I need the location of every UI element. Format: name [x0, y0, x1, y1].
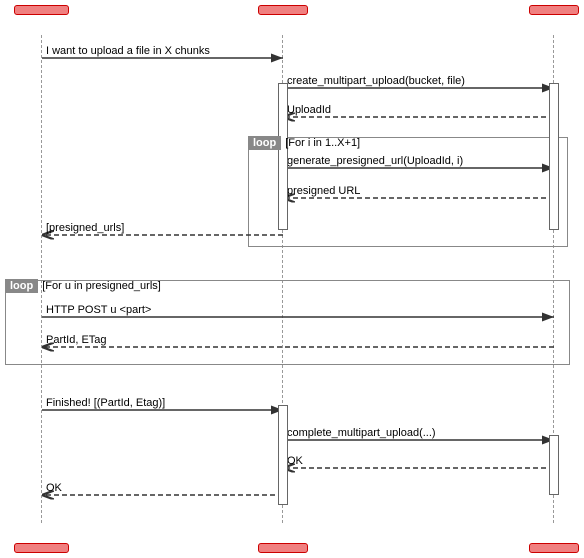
actor-user-bottom	[14, 543, 69, 553]
actor-aws-bottom	[529, 543, 579, 553]
loop-box-loop1	[248, 137, 568, 247]
activation-act1	[278, 83, 288, 230]
svg-text:I want to upload a file in X c: I want to upload a file in X chunks	[46, 45, 210, 57]
loop-keyword-loop1: loop	[248, 136, 281, 150]
svg-text:OK: OK	[46, 482, 63, 494]
activation-act3	[278, 405, 288, 505]
loop-header-loop1: loop [For i in 1..X+1]	[248, 136, 360, 150]
loop-condition-loop2: [For u in presigned_urls]	[42, 280, 161, 292]
loop-condition-loop1: [For i in 1..X+1]	[285, 137, 360, 149]
loop-keyword-loop2: loop	[5, 279, 38, 293]
activation-act2	[549, 83, 559, 230]
actor-api-bottom	[258, 543, 308, 553]
svg-text:Finished! [(PartId, Etag)]: Finished! [(PartId, Etag)]	[46, 397, 165, 409]
svg-text:[presigned_urls]: [presigned_urls]	[46, 222, 124, 234]
loop-header-loop2: loop [For u in presigned_urls]	[5, 279, 161, 293]
activation-act4	[549, 435, 559, 495]
actor-api-top	[258, 5, 308, 15]
svg-text:UploadId: UploadId	[287, 104, 331, 116]
svg-text:create_multipart_upload(bucket: create_multipart_upload(bucket, file)	[287, 75, 465, 87]
svg-text:OK: OK	[287, 455, 304, 467]
actor-aws-top	[529, 5, 579, 15]
svg-text:complete_multipart_upload(...): complete_multipart_upload(...)	[287, 427, 436, 439]
actor-user-top	[14, 5, 69, 15]
